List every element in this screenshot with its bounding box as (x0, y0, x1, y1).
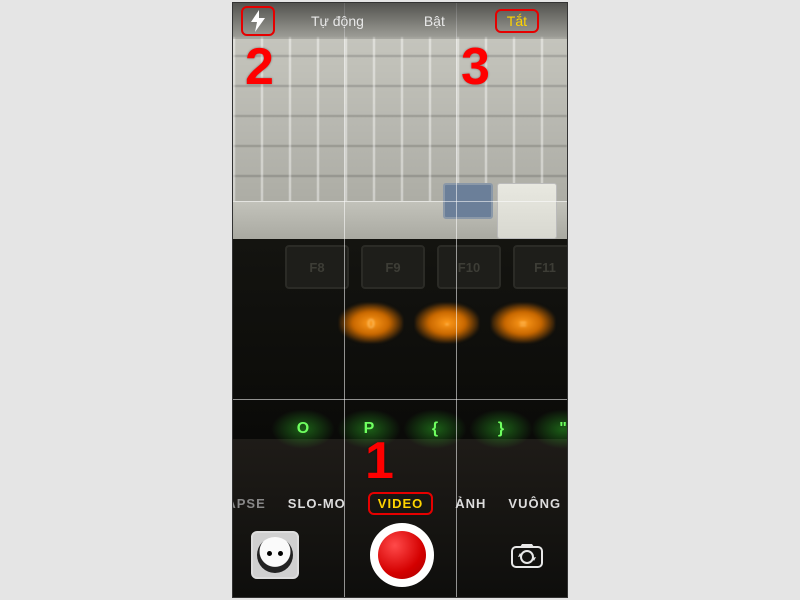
flash-bar: Tự động Bật Tắt (233, 3, 567, 39)
camera-flip-icon (509, 540, 545, 570)
viewfinder-key-green-3: } (469, 409, 533, 449)
viewfinder-key-green-2: { (403, 409, 467, 449)
viewfinder-key-green-4: " (531, 409, 568, 449)
viewfinder-key-orange-2: = (491, 303, 555, 343)
flash-option-auto[interactable]: Tự động (301, 9, 374, 33)
flash-icon (249, 10, 267, 32)
mode-selector[interactable]: IE-LAPSE SLO-MO VIDEO ẢNH VUÔNG PA (233, 489, 567, 517)
grid-line (233, 201, 567, 202)
viewfinder-key-orange-0: 0 (339, 303, 403, 343)
viewfinder-key-orange-1: - (415, 303, 479, 343)
viewfinder-subject-sticker (497, 183, 557, 239)
viewfinder-key-f9: F9 (361, 245, 425, 289)
flash-button[interactable] (241, 6, 275, 36)
flash-option-on[interactable]: Bật (414, 9, 455, 33)
viewfinder-key-green-1: P (337, 409, 401, 449)
grid-line (233, 399, 567, 400)
mode-photo[interactable]: ẢNH (455, 496, 486, 511)
bottom-controls (233, 519, 567, 591)
last-capture-thumbnail[interactable] (251, 531, 299, 579)
viewfinder-subject-laptop-keys (233, 37, 567, 207)
camera-app: F8 F9 F10 F11 0 - = O P { } " Tự động Bậ… (232, 2, 568, 598)
camera-flip-button[interactable] (505, 533, 549, 577)
mode-video[interactable]: VIDEO (368, 492, 433, 515)
thumbnail-image (257, 537, 293, 573)
record-button-inner (378, 531, 426, 579)
mode-timelapse[interactable]: IE-LAPSE (232, 496, 266, 511)
viewfinder-key-green-0: O (271, 409, 335, 449)
record-button[interactable] (370, 523, 434, 587)
flash-option-off[interactable]: Tắt (495, 9, 539, 33)
viewfinder-key-f10: F10 (437, 245, 501, 289)
mode-slomo[interactable]: SLO-MO (288, 496, 346, 511)
mode-square[interactable]: VUÔNG (508, 496, 561, 511)
viewfinder-key-f11: F11 (513, 245, 568, 289)
viewfinder-key-f8: F8 (285, 245, 349, 289)
